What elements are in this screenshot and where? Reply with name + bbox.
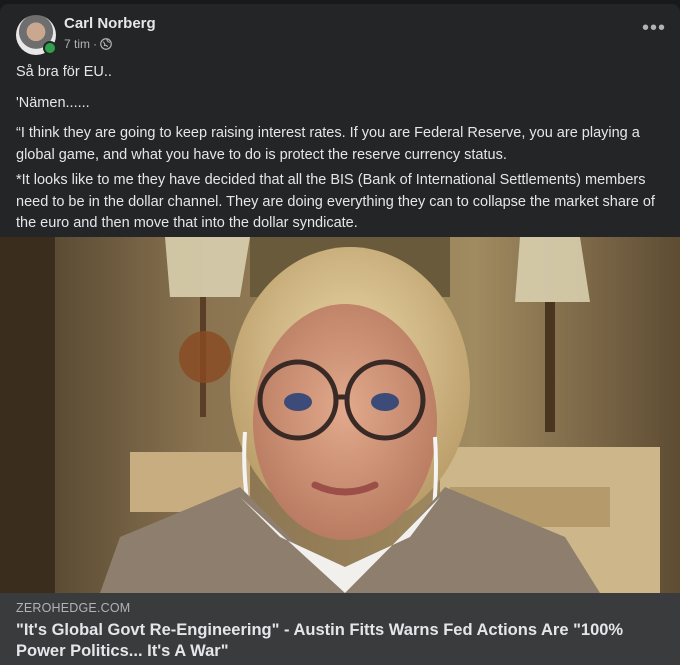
meta-separator: · xyxy=(93,37,98,51)
avatar[interactable] xyxy=(16,15,57,55)
more-options-icon[interactable]: ••• xyxy=(640,18,668,41)
online-status-dot xyxy=(43,41,57,55)
video-thumbnail xyxy=(0,237,680,593)
globe-icon[interactable] xyxy=(100,38,112,50)
post-paragraph: Så bra för EU.. xyxy=(16,64,112,80)
post-paragraph: “I think they are going to keep raising … xyxy=(16,125,640,163)
post-paragraph: *It looks like to me they have decided t… xyxy=(16,172,655,231)
post-meta: 7 tim · xyxy=(64,37,112,51)
link-title[interactable]: "It's Global Govt Re-Engineering" - Aust… xyxy=(16,620,666,662)
post-time[interactable]: 7 tim xyxy=(64,37,90,51)
post-card: Carl Norberg 7 tim · ••• Så bra för EU..… xyxy=(0,4,680,665)
post-header: Carl Norberg 7 tim · ••• xyxy=(16,15,665,59)
link-domain: ZEROHEDGE.COM xyxy=(16,601,131,615)
link-preview-image[interactable] xyxy=(0,237,680,593)
post-text: Så bra för EU.. 'Nämen...... “I think th… xyxy=(16,62,666,239)
link-preview-info[interactable]: ZEROHEDGE.COM "It's Global Govt Re-Engin… xyxy=(0,593,680,665)
author-name[interactable]: Carl Norberg xyxy=(64,15,156,32)
post-paragraph: 'Nämen...... xyxy=(16,94,90,111)
